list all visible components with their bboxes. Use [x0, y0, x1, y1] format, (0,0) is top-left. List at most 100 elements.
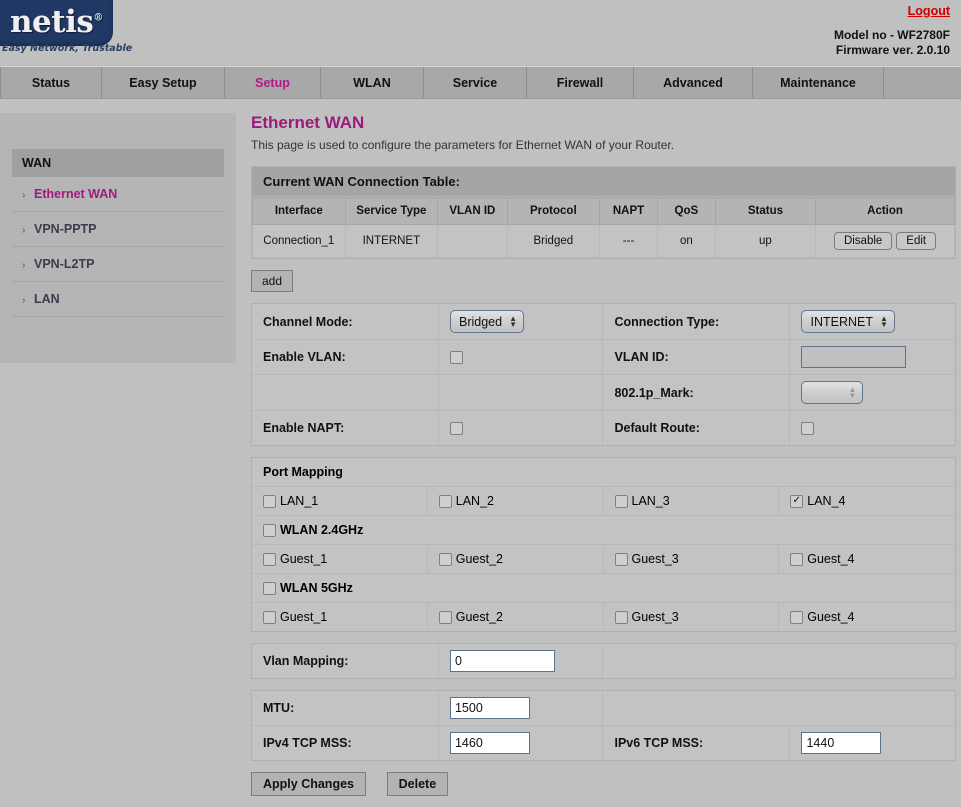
ipv6-mss-label: IPv6 TCP MSS: [603, 726, 791, 760]
mtu-control [439, 691, 604, 725]
wlan-24ghz-checkbox[interactable] [263, 523, 276, 537]
channel-mode-select[interactable]: Bridged ▲ ▼ [449, 310, 524, 333]
vlan-id-input[interactable] [801, 346, 907, 368]
device-info: Model no - WF2780F Firmware ver. 2.0.10 [834, 28, 950, 58]
connection-type-value: INTERNET [810, 314, 873, 329]
column-header-status: Status [714, 197, 817, 225]
port-mapping-cell: Guest_3 [604, 545, 780, 573]
port-mapping-cell: Guest_2 [428, 545, 604, 573]
nav-tab-service[interactable]: Service [424, 67, 527, 98]
sidebar-item-ethernet-wan[interactable]: › Ethernet WAN [12, 177, 224, 212]
checkbox-guest_1[interactable] [263, 552, 276, 566]
checkbox-guest_3[interactable] [614, 610, 628, 624]
channel-mode-label: Channel Mode: [252, 304, 439, 339]
wlan-5ghz-checkbox[interactable] [263, 581, 276, 595]
main-navigation: Status Easy Setup Setup WLAN Service Firewall… [0, 66, 961, 99]
port-mapping-title-row: Port Mapping [252, 458, 955, 487]
wan-connection-panel: Current WAN Connection Table: Interface S… [251, 166, 956, 259]
wlan-5-cell: WLAN 5GHz [252, 574, 955, 602]
mark-select[interactable]: ▲ ▼ [801, 381, 864, 404]
vlan-mapping-panel: Vlan Mapping: [251, 643, 956, 679]
checkbox-label: LAN_2 [455, 494, 494, 508]
checkbox-label: LAN_1 [280, 494, 319, 508]
port-mapping-cell: Guest_2 [428, 603, 604, 631]
checkbox-lan_3[interactable] [614, 494, 628, 508]
logo-wordmark: netis® [10, 4, 103, 40]
mtu-input[interactable] [449, 697, 530, 719]
edit-button[interactable]: Edit [896, 232, 937, 250]
wlan-24ghz-label: WLAN 2.4GHz [280, 523, 364, 537]
mark-control: ▲ ▼ [790, 375, 955, 410]
cell-service-type: INTERNET [344, 224, 439, 258]
sidebar-item-label: VPN-L2TP [34, 257, 95, 271]
cell-status: up [714, 224, 817, 258]
checkbox-lan_2[interactable] [438, 494, 452, 508]
settings-row-enable-vlan: Enable VLAN: VLAN ID: [252, 340, 955, 375]
delete-button[interactable]: Delete [386, 772, 449, 796]
ipv6-mss-input[interactable] [801, 732, 882, 754]
checkbox-label: Guest_3 [631, 552, 679, 566]
connection-type-label: Connection Type: [603, 304, 791, 339]
add-button[interactable]: add [251, 270, 294, 292]
checkbox-label: Guest_2 [455, 610, 504, 624]
firmware-version: Firmware ver. 2.0.10 [835, 43, 950, 57]
column-header-vlan-id: VLAN ID [437, 197, 508, 225]
checkbox-guest_2[interactable] [438, 552, 452, 566]
model-number: Model no - WF2780F [833, 28, 950, 42]
vlan-mapping-input[interactable] [449, 650, 555, 672]
checkbox-guest_4[interactable] [790, 552, 804, 566]
disable-button[interactable]: Disable [833, 232, 893, 250]
nav-tab-status[interactable]: Status [0, 67, 102, 98]
checkbox-lan_4[interactable]: ✓ [790, 494, 804, 508]
logout-link[interactable]: Logout [908, 4, 950, 18]
sidebar-item-label: Ethernet WAN [34, 187, 118, 201]
port-mapping-cell: Guest_4 [779, 545, 955, 573]
sidebar-item-vpn-pptp[interactable]: › VPN-PPTP [12, 212, 224, 247]
nav-tab-wlan[interactable]: WLAN [321, 67, 424, 98]
port-mapping-wlan24-row: WLAN 2.4GHz [252, 516, 955, 545]
add-button-row: add [251, 270, 956, 292]
sidebar-item-vpn-l2tp[interactable]: › VPN-L2TP [12, 247, 224, 282]
checkbox-lan_1[interactable] [263, 494, 276, 508]
checkbox-guest_2[interactable] [438, 610, 452, 624]
checkbox-guest_4[interactable] [790, 610, 804, 624]
checkbox-label: Guest_1 [280, 610, 328, 624]
ipv4-mss-input[interactable] [449, 732, 530, 754]
channel-mode-control: Bridged ▲ ▼ [439, 304, 604, 339]
nav-tab-easy-setup[interactable]: Easy Setup [102, 67, 225, 98]
enable-vlan-checkbox[interactable] [449, 350, 463, 364]
nav-tab-advanced[interactable]: Advanced [634, 67, 753, 98]
connection-type-select[interactable]: INTERNET ▲ ▼ [801, 310, 895, 333]
default-route-label: Default Route: [603, 411, 791, 445]
mtu-panel: MTU: IPv4 TCP MSS: IPv6 TCP MSS: [251, 690, 956, 761]
checkbox-guest_1[interactable] [263, 610, 276, 624]
cell-interface: Connection_1 [252, 224, 346, 258]
port-mapping-title: Port Mapping [263, 465, 343, 479]
wan-table-caption: Current WAN Connection Table: [252, 167, 955, 197]
chevron-right-icon: › [22, 260, 26, 271]
default-route-checkbox[interactable] [801, 421, 815, 435]
port-mapping-guest5-row: Guest_1 Guest_2 Guest_3 Guest_4 [252, 603, 955, 631]
enable-napt-checkbox[interactable] [449, 421, 463, 435]
page-header: netis® Easy Network, Trustable Logout Mo… [0, 0, 961, 66]
ipv6-mss-control [790, 726, 955, 760]
column-header-qos: QoS [656, 197, 716, 225]
port-mapping-cell: LAN_2 [428, 487, 604, 515]
column-header-protocol: Protocol [506, 197, 601, 225]
nav-tab-setup[interactable]: Setup [225, 67, 321, 98]
mtu-row: MTU: [252, 691, 955, 726]
apply-changes-button[interactable]: Apply Changes [251, 772, 366, 796]
port-mapping-lan-row: LAN_1 LAN_2 LAN_3 ✓ LAN_4 [252, 487, 955, 516]
checkbox-label: Guest_1 [280, 552, 328, 566]
sidebar-item-lan[interactable]: › LAN [12, 282, 224, 317]
port-mapping-cell: Guest_1 [252, 603, 428, 631]
vlan-id-label: VLAN ID: [603, 340, 791, 374]
nav-tab-maintenance[interactable]: Maintenance [753, 67, 884, 98]
chevron-right-icon: › [22, 295, 26, 306]
channel-mode-value: Bridged [458, 314, 503, 329]
vlan-mapping-row: Vlan Mapping: [252, 644, 955, 678]
nav-tab-firewall[interactable]: Firewall [527, 67, 634, 98]
cell-vlan-id [437, 224, 508, 258]
checkbox-guest_3[interactable] [614, 552, 628, 566]
main-content: Ethernet WAN This page is used to config… [236, 99, 961, 807]
